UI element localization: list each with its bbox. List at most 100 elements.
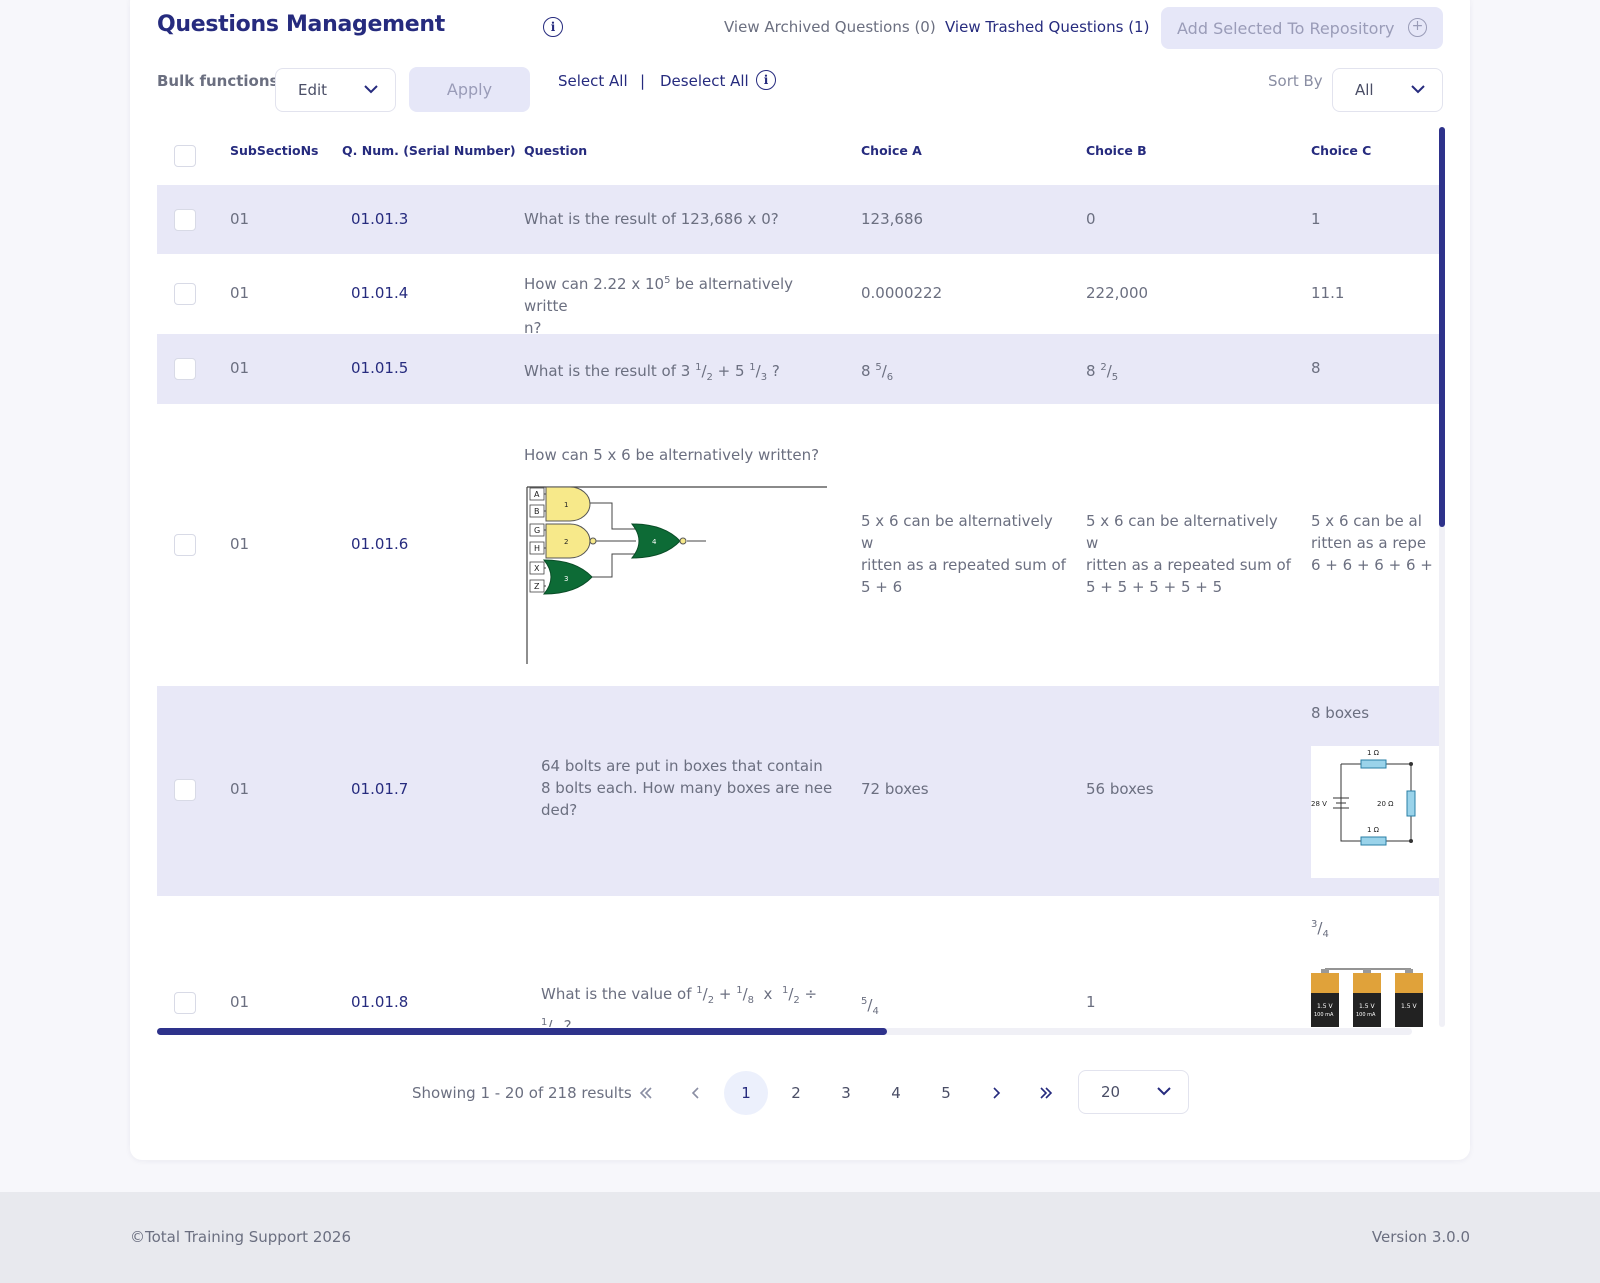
next-page-button[interactable] <box>974 1071 1018 1115</box>
subsection-cell: 01 <box>230 780 250 798</box>
question-text-line: 8 bolts each. How many boxes are nee <box>541 779 833 797</box>
page-button-5[interactable]: 5 <box>924 1071 968 1115</box>
fraction-numerator: 3 <box>1311 919 1318 930</box>
qnum-cell: 01.01.6 <box>351 535 409 553</box>
page-button-2[interactable]: 2 <box>774 1071 818 1115</box>
gate-input-label: G <box>534 526 540 535</box>
choice-a-cell: 0.0000222 <box>861 284 943 302</box>
circuit-diagram: 1 Ω 28 V 20 Ω 1 Ω <box>1311 746 1439 878</box>
row-checkbox[interactable] <box>174 283 196 305</box>
info-icon[interactable]: i <box>543 17 563 37</box>
battery-label: 100 mA <box>1314 1012 1334 1018</box>
table-row[interactable]: 01 01.01.3 What is the result of 123,686… <box>157 185 1439 254</box>
sort-by-select[interactable]: All <box>1332 68 1443 112</box>
choice-a-cell: 5 x 6 can be alternatively w ritten as a… <box>861 510 1066 598</box>
battery-label: 1.5 V <box>1401 1003 1417 1010</box>
choice-c-cell: 3/4 <box>1311 919 1329 940</box>
subsection-cell: 01 <box>230 993 250 1011</box>
column-header-choice-c[interactable]: Choice C <box>1311 143 1371 158</box>
view-archived-link[interactable]: View Archived Questions (0) <box>724 18 936 36</box>
chevron-right-icon <box>993 1087 1001 1099</box>
choice-text-line: 5 x 6 can be alternatively w <box>1086 512 1278 552</box>
first-page-button[interactable] <box>624 1071 668 1115</box>
table-row[interactable]: 01 01.01.6 How can 5 x 6 be alternativel… <box>157 404 1439 686</box>
choice-c-cell: 8 <box>1311 359 1321 377</box>
question-text-line: 64 bolts are put in boxes that contain <box>541 757 823 775</box>
choice-c-cell: 5 x 6 can be al ritten as a repe 6 + 6 +… <box>1311 510 1439 576</box>
page-button-1[interactable]: 1 <box>724 1071 768 1115</box>
question-cell: What is the result of 123,686 x 0? <box>524 210 779 228</box>
table-header: SubSectioNs Q. Num. (Serial Number) Ques… <box>157 127 1439 185</box>
add-selected-button[interactable]: Add Selected To Repository + <box>1161 7 1443 49</box>
fraction-numerator: 1 <box>781 985 789 996</box>
battery-label: 1.5 V <box>1317 1003 1333 1010</box>
circuit-label: 1 Ω <box>1367 826 1380 834</box>
last-page-button[interactable] <box>1024 1071 1068 1115</box>
page-size-select[interactable]: 20 <box>1078 1070 1189 1114</box>
gate-input-label: Z <box>534 582 540 591</box>
page-button-3[interactable]: 3 <box>824 1071 868 1115</box>
column-header-question[interactable]: Question <box>524 143 587 158</box>
info-icon[interactable]: i <box>756 70 776 90</box>
select-all-link[interactable]: Select All <box>558 72 628 90</box>
qnum-cell: 01.01.8 <box>351 993 409 1011</box>
questions-card: Questions Management i View Archived Que… <box>130 0 1470 1160</box>
column-header-subsections[interactable]: SubSectioNs <box>230 143 319 158</box>
gate-input-label: H <box>534 544 540 553</box>
add-selected-label: Add Selected To Repository <box>1177 18 1395 38</box>
question-cell: How can 5 x 6 be alternatively written? <box>524 446 820 464</box>
question-text: What is the value of <box>541 985 697 1003</box>
fraction-denominator: 4 <box>872 1006 879 1017</box>
separator: | <box>640 72 646 90</box>
bulk-function-select[interactable]: Edit <box>275 68 396 112</box>
page-title: Questions Management <box>157 12 445 37</box>
fraction-numerator: 1 <box>696 985 703 996</box>
select-all-checkbox[interactable] <box>174 145 196 167</box>
choice-text-line: 5 + 5 + 5 + 5 + 5 <box>1086 578 1223 596</box>
pagination: Showing 1 - 20 of 218 results 1 2 3 4 5 … <box>130 1070 1470 1116</box>
qnum-cell: 01.01.7 <box>351 780 409 798</box>
view-trashed-link[interactable]: View Trashed Questions (1) <box>945 18 1149 36</box>
column-header-choice-a[interactable]: Choice A <box>861 143 922 158</box>
row-checkbox[interactable] <box>174 209 196 231</box>
choice-a-cell: 5/4 <box>861 996 879 1017</box>
choice-b-cell: 5 x 6 can be alternatively w ritten as a… <box>1086 510 1291 598</box>
subsection-cell: 01 <box>230 359 250 377</box>
fraction-denominator: 2 <box>707 995 715 1006</box>
prev-page-button[interactable] <box>674 1071 718 1115</box>
choice-a-cell: 123,686 <box>861 210 924 228</box>
plus-circle-icon: + <box>1408 18 1427 37</box>
choice-text-line: 5 + 6 <box>861 578 903 596</box>
row-checkbox[interactable] <box>174 534 196 556</box>
fraction-numerator: 5 <box>875 362 882 373</box>
table-row[interactable]: 01 01.01.7 64 bolts are put in boxes tha… <box>157 686 1439 896</box>
vertical-scrollbar-thumb[interactable] <box>1439 127 1445 527</box>
gate-input-label: B <box>534 507 540 516</box>
gate-number: 2 <box>564 538 568 546</box>
deselect-all-link[interactable]: Deselect All <box>660 72 749 90</box>
apply-button[interactable]: Apply <box>409 67 530 112</box>
fraction-numerator: 1 <box>541 1017 548 1027</box>
gate-input-label: A <box>534 490 540 499</box>
question-text: How can 2.22 x 10 <box>524 275 665 293</box>
table-row[interactable]: 01 01.01.8 What is the value of 1/2 + 1/… <box>157 896 1439 1027</box>
choice-text-line: ritten as a repeated sum of <box>1086 556 1291 574</box>
row-checkbox[interactable] <box>174 358 196 380</box>
choice-b-cell: 56 boxes <box>1086 780 1154 798</box>
battery-label: 100 mA <box>1356 1012 1376 1018</box>
row-checkbox[interactable] <box>174 779 196 801</box>
page-button-4[interactable]: 4 <box>874 1071 918 1115</box>
column-header-choice-b[interactable]: Choice B <box>1086 143 1147 158</box>
table-row[interactable]: 01 01.01.4 How can 2.22 x 105 be alterna… <box>157 254 1439 337</box>
circuit-label: 20 Ω <box>1377 800 1394 808</box>
table-row[interactable]: 01 01.01.5 What is the result of 3 1/2 +… <box>157 334 1439 404</box>
subsection-cell: 01 <box>230 210 250 228</box>
column-header-qnum[interactable]: Q. Num. (Serial Number) <box>342 143 516 158</box>
sort-by-value: All <box>1355 81 1374 99</box>
horizontal-scrollbar-thumb[interactable] <box>157 1028 887 1035</box>
choice-text-line: 5 x 6 can be alternatively w <box>861 512 1053 552</box>
question-text: What is the result of 3 <box>524 362 696 380</box>
gate-number: 1 <box>564 501 568 509</box>
version-text: Version 3.0.0 <box>1371 1228 1470 1246</box>
row-checkbox[interactable] <box>174 992 196 1014</box>
